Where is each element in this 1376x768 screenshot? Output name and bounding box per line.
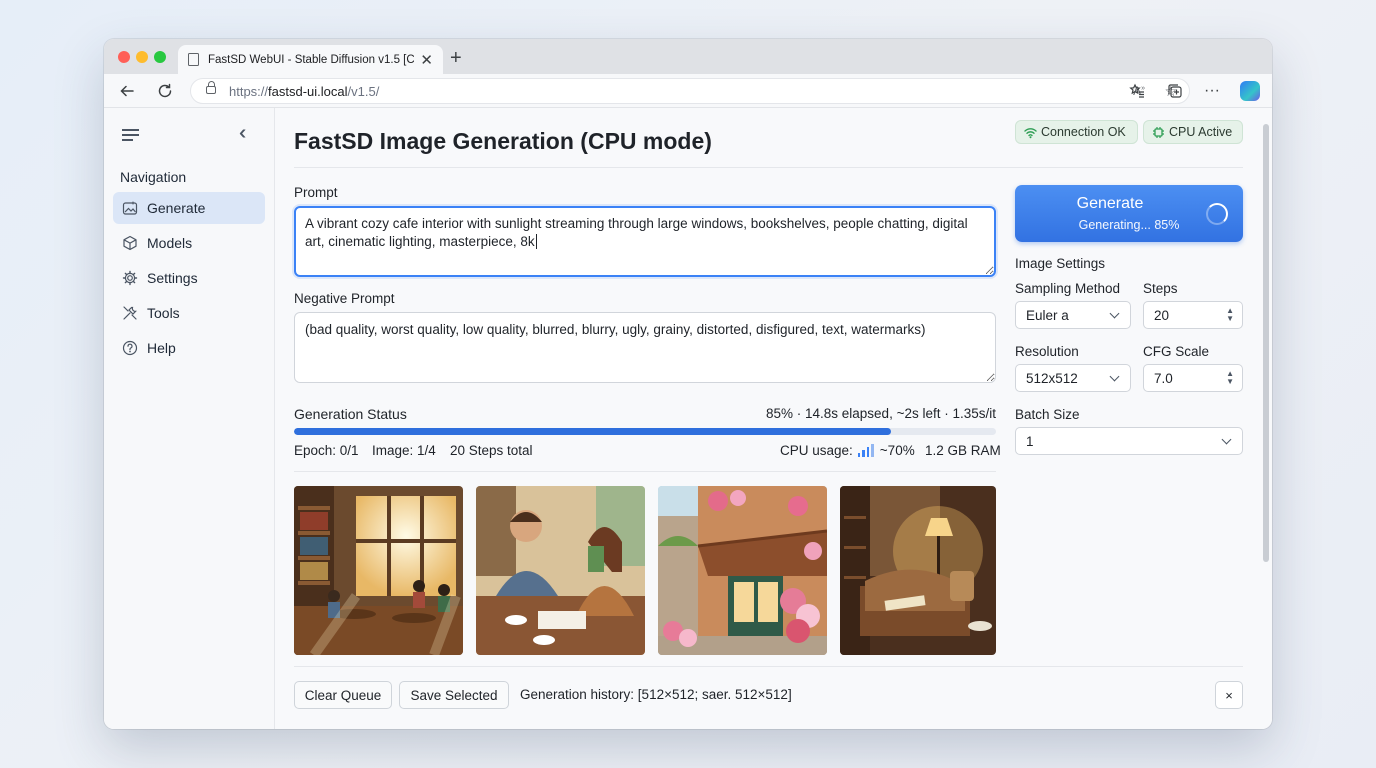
connection-status-badge: Connection OK (1015, 120, 1138, 144)
favorites-icon[interactable] (1126, 80, 1148, 102)
image-count: Image: 1/4 (372, 443, 436, 458)
cfg-scale-stepper[interactable]: 7.0 ▲ ▼ (1143, 364, 1243, 392)
sampling-method-label: Sampling Method (1015, 281, 1121, 296)
image-settings-heading: Image Settings (1015, 256, 1106, 271)
maximize-window-button[interactable] (154, 51, 166, 63)
sidebar-item-help[interactable]: Help (113, 332, 265, 364)
page-icon (188, 53, 199, 66)
batch-size-select[interactable]: 1 (1015, 427, 1243, 455)
cpu-status-badge: CPU Active (1143, 120, 1243, 144)
generated-image-4[interactable] (840, 486, 996, 655)
page-content: ‹‹ Navigation Generate Models Settings T… (104, 108, 1272, 729)
generated-image-1[interactable] (294, 486, 463, 655)
browser-tab-active[interactable]: FastSD WebUI - Stable Diffusion v1.5 [CP… (178, 45, 443, 74)
more-menu-icon[interactable]: ··· (1201, 80, 1223, 102)
footer-divider (294, 666, 1243, 667)
negative-prompt-text: (bad quality, worst quality, low quality… (305, 322, 926, 337)
main-panel: FastSD Image Generation (CPU mode) Conne… (275, 108, 1272, 729)
generation-history: Generation history: [512×512; saer. 512×… (520, 687, 792, 702)
epoch-count: Epoch: 0/1 (294, 443, 359, 458)
tools-icon (122, 305, 138, 321)
sidebar: ‹‹ Navigation Generate Models Settings T… (104, 108, 275, 729)
generated-image-2[interactable] (476, 486, 645, 655)
nav-heading: Navigation (120, 169, 187, 185)
cfg-scale-label: CFG Scale (1143, 344, 1210, 359)
sidebar-item-label: Help (147, 340, 176, 356)
menu-icon[interactable] (122, 129, 139, 141)
tab-close-icon[interactable]: ✕ (420, 51, 433, 69)
resolution-select[interactable]: 512x512 (1015, 364, 1131, 392)
sparkle-image-icon (122, 200, 138, 216)
sidebar-item-generate[interactable]: Generate (113, 192, 265, 224)
sidebar-item-label: Tools (147, 305, 180, 321)
clear-queue-button[interactable]: Clear Queue (294, 681, 392, 709)
header-divider (294, 167, 1243, 168)
close-icon[interactable]: × (1215, 681, 1243, 709)
url-path: /v1.5/ (347, 83, 380, 99)
chip-icon (1152, 126, 1165, 139)
negative-prompt-label: Negative Prompt (294, 291, 395, 306)
sidebar-item-label: Models (147, 235, 193, 251)
resolution-label: Resolution (1015, 344, 1079, 359)
steps-stepper[interactable]: 20 ▲ ▼ (1143, 301, 1243, 329)
chevron-down-icon (1221, 434, 1232, 445)
steps-label: Steps (1143, 281, 1178, 296)
generate-button[interactable]: Generate Generating... 85% (1015, 185, 1243, 242)
progress-fill (294, 428, 891, 435)
browser-toolbar: https://fastsd-ui.local/v1.5/ ☆ A» ··· (104, 74, 1272, 108)
prompt-input[interactable]: A vibrant cozy cafe interior with sunlig… (294, 206, 996, 277)
save-selected-button[interactable]: Save Selected (399, 681, 509, 709)
new-tab-icon[interactable]: + (450, 47, 462, 70)
generated-image-3[interactable] (658, 486, 827, 655)
copilot-icon[interactable] (1240, 81, 1260, 101)
close-window-button[interactable] (118, 51, 130, 63)
sidebar-item-label: Generate (147, 200, 206, 216)
status-divider (294, 471, 996, 472)
minimize-window-button[interactable] (136, 51, 148, 63)
batch-size-label: Batch Size (1015, 407, 1080, 422)
chevron-down-icon (1109, 308, 1120, 319)
chevron-down-icon (1109, 371, 1120, 382)
progress-bar (294, 428, 996, 435)
prompt-label: Prompt (294, 185, 338, 200)
browser-window: FastSD WebUI - Stable Diffusion v1.5 [CP… (104, 39, 1272, 729)
page-title: FastSD Image Generation (CPU mode) (294, 128, 712, 154)
lock-icon (206, 81, 216, 94)
tab-title: FastSD WebUI - Stable Diffusion v1.5 [CP… (208, 53, 415, 66)
url-host: fastsd-ui.local (268, 83, 348, 99)
reload-icon[interactable] (154, 80, 176, 102)
tab-strip: FastSD WebUI - Stable Diffusion v1.5 [CP… (104, 39, 1272, 74)
loading-spinner-icon (1206, 203, 1228, 225)
back-icon[interactable] (116, 80, 138, 102)
steps-total: 20 Steps total (450, 443, 533, 458)
gear-icon (122, 270, 138, 286)
generation-status-title: Generation Status (294, 406, 407, 422)
url-scheme: https:// (229, 83, 269, 99)
help-circle-icon (122, 340, 138, 356)
generate-button-label: Generate (1076, 195, 1144, 212)
scrollbar[interactable] (1263, 124, 1269, 562)
cube-icon (122, 235, 138, 251)
signal-bars-icon (857, 443, 874, 457)
text-cursor (535, 234, 537, 249)
address-bar[interactable]: https://fastsd-ui.local/v1.5/ ☆ A» (190, 78, 1190, 104)
sidebar-item-models[interactable]: Models (113, 227, 265, 259)
sidebar-item-tools[interactable]: Tools (113, 297, 265, 329)
wifi-icon (1024, 126, 1037, 139)
collections-icon[interactable] (1164, 80, 1186, 102)
cpu-usage: CPU usage: ~70% (780, 443, 915, 458)
sidebar-item-settings[interactable]: Settings (113, 262, 265, 294)
collapse-sidebar-icon[interactable]: ‹‹ (239, 122, 248, 145)
negative-prompt-input[interactable]: (bad quality, worst quality, low quality… (294, 312, 996, 383)
prompt-text: A vibrant cozy cafe interior with sunlig… (305, 216, 968, 249)
stepper-arrows-icon[interactable]: ▲ ▼ (1226, 307, 1234, 323)
ram-usage: 1.2 GB RAM (925, 443, 1001, 458)
stepper-arrows-icon[interactable]: ▲ ▼ (1226, 370, 1234, 386)
generation-status-summary: 85% · 14.8s elapsed, ~2s left · 1.35s/it (765, 406, 996, 421)
sampling-method-select[interactable]: Euler a (1015, 301, 1131, 329)
sidebar-item-label: Settings (147, 270, 198, 286)
